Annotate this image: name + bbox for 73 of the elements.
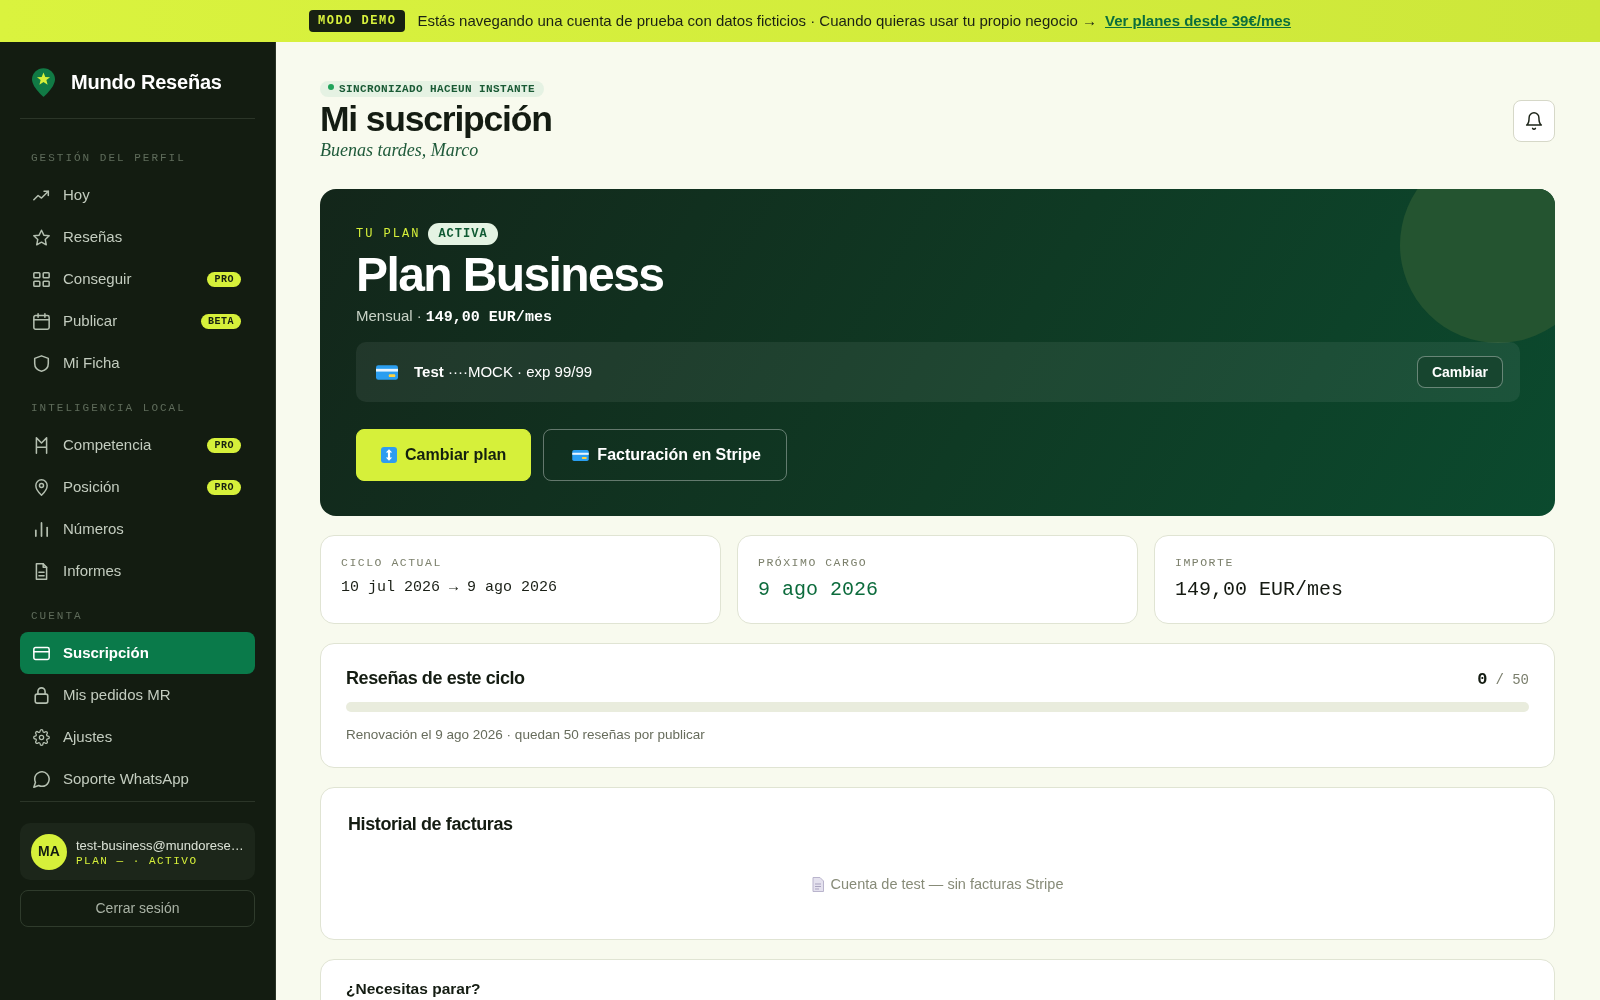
credit-card-icon	[33, 644, 50, 662]
logout-button[interactable]: Cerrar sesión	[20, 890, 255, 927]
sidebar-item[interactable]: Reseñas	[20, 216, 255, 258]
sidebar-item[interactable]: Hoy	[20, 174, 255, 216]
greeting-text: Buenas tardes, Marco	[320, 139, 479, 162]
section-heading: CUENTA	[30, 609, 84, 623]
stat-value: 149,00 EUR/mes	[1175, 577, 1345, 604]
empty-state-text: Cuenta de test — sin facturas Stripe	[830, 874, 1064, 894]
stat-value: 9 ago 2026	[758, 577, 880, 604]
tier-badge: PRO	[207, 271, 241, 287]
m-shape-icon	[33, 436, 50, 454]
sidebar-item[interactable]: Suscripción	[20, 632, 255, 674]
sidebar-item[interactable]: Ajustes	[20, 716, 255, 758]
section-heading: GESTIÓN DEL PERFIL	[30, 151, 187, 165]
tier-badge: PRO	[207, 479, 241, 495]
status-badge: ACTIVA	[428, 223, 498, 246]
usage-count: 0	[1477, 670, 1488, 690]
demo-badge: MODO DEMO	[309, 10, 406, 32]
demo-message: Estás navegando una cuenta de prueba con datos ficticios · Cuando quieras usar tu propio negocio →	[417, 10, 1097, 31]
usage-note: Renovación el 9 ago 2026 · quedan 50 reseñas por publicar	[346, 725, 706, 744]
notifications-button[interactable]	[1513, 100, 1555, 143]
document-icon	[811, 877, 824, 893]
brand-name: Mundo Reseñas	[71, 70, 222, 95]
lock-icon	[33, 686, 50, 704]
credit-card-icon	[376, 364, 398, 380]
sidebar-item[interactable]: Publicar BETA	[20, 300, 255, 342]
billing-period: Mensual ·	[356, 305, 422, 326]
sidebar-item[interactable]: Números	[20, 508, 255, 550]
avatar-initials: MA	[31, 833, 67, 870]
card-title: Reseñas de este ciclo	[346, 668, 525, 690]
sidebar-item[interactable]: Informes	[20, 550, 255, 592]
usage-limit: / 50	[1495, 672, 1529, 689]
payment-method-text: Test ····MOCK · exp 99/99	[414, 362, 594, 382]
bar-chart-icon	[33, 520, 50, 538]
sidebar-item[interactable]: Posición PRO	[20, 466, 255, 508]
tier-badge: BETA	[201, 313, 241, 329]
change-card-button[interactable]: Cambiar	[1416, 356, 1503, 389]
plan-price: 149,00 EUR/mes	[425, 308, 552, 326]
stat-label: PRÓXIMO CARGO	[758, 556, 869, 570]
sidebar-item[interactable]: Mis pedidos MR	[20, 674, 255, 716]
bell-icon	[1525, 112, 1543, 131]
sidebar-item[interactable]: Conseguir PRO	[20, 258, 255, 300]
stat-label: IMPORTE	[1175, 556, 1235, 570]
card-title: Historial de facturas	[348, 814, 514, 836]
change-plan-button[interactable]: Cambiar plan	[356, 429, 532, 482]
gear-icon	[33, 728, 50, 746]
plan-eyebrow: TU PLAN	[356, 227, 421, 242]
location-pin-icon	[33, 478, 50, 496]
chat-bubble-icon	[33, 770, 50, 788]
credit-card-icon	[572, 449, 590, 461]
card-title: ¿Necesitas parar?	[346, 980, 482, 999]
sync-status-badge: SINCRONIZADO HACEUN INSTANTE	[320, 81, 545, 97]
calendar-icon	[33, 312, 50, 330]
up-down-arrows-icon	[381, 447, 397, 464]
sidebar-item[interactable]: Competencia PRO	[20, 424, 255, 466]
page-title: Mi suscripción	[320, 100, 552, 140]
plans-link[interactable]: Ver planes desde 39€/mes	[1105, 9, 1291, 33]
status-dot-icon	[328, 84, 334, 90]
stat-value: 10 jul 2026 → 9 ago 2026	[341, 578, 559, 599]
user-email: test-business@mundorese…	[76, 836, 244, 855]
user-plan-status: PLAN — · ACTIVO	[76, 855, 199, 868]
sidebar-item[interactable]: Mi Ficha	[20, 342, 255, 384]
star-icon	[33, 228, 50, 246]
logo-pin-icon	[32, 67, 55, 97]
billing-portal-button[interactable]: Facturación en Stripe	[543, 429, 787, 482]
plan-name: Plan Business	[356, 250, 665, 301]
section-heading: INTELIGENCIA LOCAL	[30, 401, 187, 415]
stat-label: CICLO ACTUAL	[341, 556, 443, 570]
document-icon	[33, 562, 50, 580]
grid-icon	[33, 270, 50, 288]
sidebar-item[interactable]: Soporte WhatsApp	[20, 758, 255, 800]
tier-badge: PRO	[207, 437, 241, 453]
shield-icon	[33, 354, 50, 372]
